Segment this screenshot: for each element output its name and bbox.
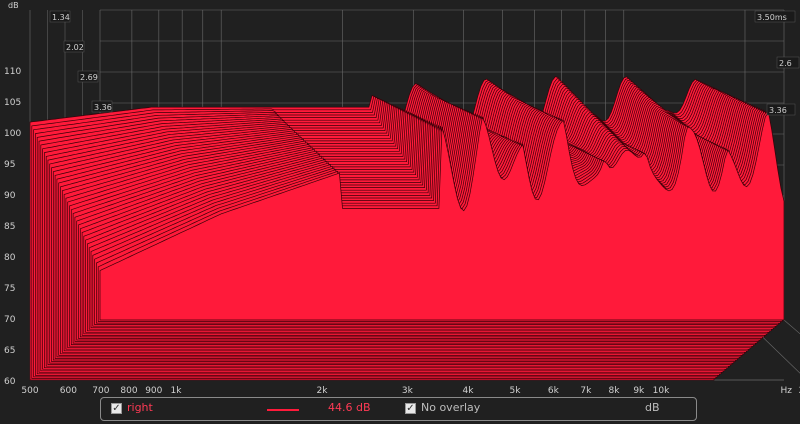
- x-tick-label: 9k: [633, 386, 645, 396]
- legend-bar: ✓ right 44.6 dB ✓ No overlay dB: [100, 397, 697, 421]
- series-swatch: [267, 409, 299, 411]
- x-tick-label: 7k: [580, 386, 592, 396]
- time-tick-label: 1.34: [52, 13, 70, 22]
- x-tick-label: 500: [21, 386, 38, 396]
- x-tick-label: 800: [120, 386, 137, 396]
- x-tick-label: 8k: [609, 386, 621, 396]
- x-tick-label: 2k: [317, 386, 329, 396]
- y-unit-label: dB: [8, 1, 19, 10]
- x-tick-label: 1k: [171, 386, 183, 396]
- y-tick-label: 65: [4, 346, 15, 356]
- y-tick-label: 95: [4, 160, 15, 170]
- overlay-checkbox[interactable]: ✓: [405, 403, 416, 414]
- x-tick-label: 10k: [653, 386, 670, 396]
- x-tick-label: 700: [92, 386, 109, 396]
- time-tick-label: 2.6: [779, 59, 792, 68]
- x-tick-label: 900: [145, 386, 162, 396]
- y-tick-label: 60: [4, 377, 16, 387]
- x-tick-label: 4k: [463, 386, 475, 396]
- y-tick-label: 80: [4, 253, 16, 263]
- x-tick-label: 5k: [510, 386, 522, 396]
- y-tick-label: 110: [4, 67, 21, 77]
- waterfall-plot: 110 105 100 95 90 85 80 75 70 65 60 dB 500 600 700 800 9…: [4, 1, 800, 396]
- overlay-label: No overlay: [421, 401, 481, 414]
- time-tick-label: 3.36: [769, 106, 787, 115]
- y-tick-label: 70: [4, 315, 16, 325]
- y-tick-label: 100: [4, 129, 21, 139]
- series-value: 44.6 dB: [328, 401, 371, 414]
- y-tick-label: 90: [4, 191, 16, 201]
- legend-unit: dB: [645, 401, 660, 414]
- x-tick-label: 600: [60, 386, 77, 396]
- series-name: right: [127, 401, 153, 414]
- x-tick-label: 6k: [548, 386, 560, 396]
- time-tick-label: 2.02: [66, 43, 84, 52]
- time-tick-label: 3.50ms: [757, 13, 787, 22]
- y-tick-label: 105: [4, 98, 21, 108]
- x-tick-label: 3k: [402, 386, 414, 396]
- time-tick-label: 2.69: [80, 73, 98, 82]
- y-tick-label: 75: [4, 284, 15, 294]
- y-tick-label: 85: [4, 222, 15, 232]
- time-tick-label: 3.36: [94, 103, 112, 112]
- x-unit-label: Hz: [781, 386, 793, 396]
- waterfall-surface: [29, 76, 785, 381]
- right-checkbox[interactable]: ✓: [111, 403, 122, 414]
